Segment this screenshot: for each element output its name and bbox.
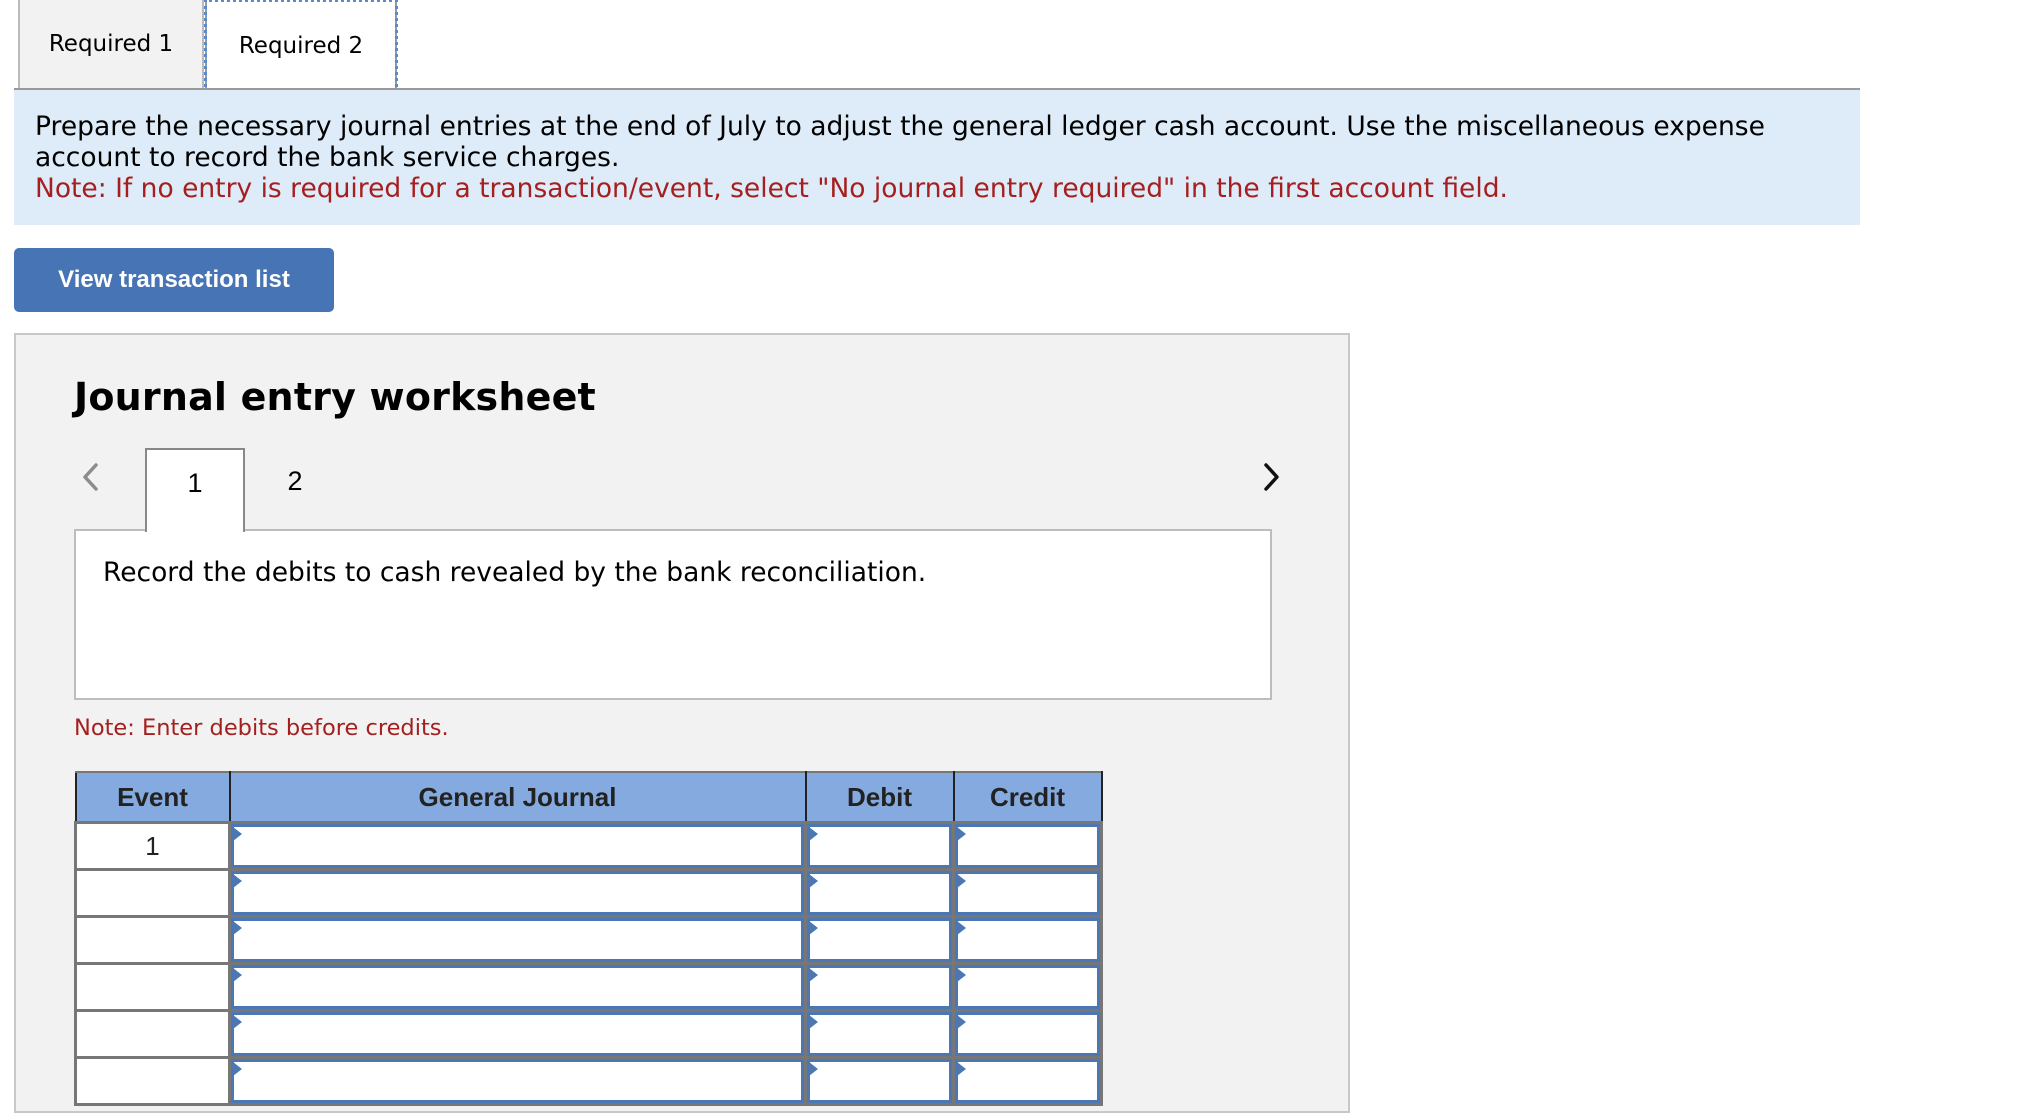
credit-input[interactable] <box>955 965 1100 1009</box>
debit-input[interactable] <box>807 918 952 962</box>
debit-cell <box>804 1056 955 1106</box>
account-cell <box>228 821 807 871</box>
tab-required-1[interactable]: Required 1 <box>18 0 204 88</box>
credit-input[interactable] <box>955 1012 1100 1056</box>
tab-label: Required 2 <box>238 33 364 59</box>
entry-description-box: Record the debits to cash revealed by th… <box>74 529 1272 700</box>
tab-label: Required 1 <box>48 31 174 57</box>
debit-cell <box>804 868 955 918</box>
account-cell <box>228 868 807 918</box>
credit-cell <box>952 868 1103 918</box>
header-credit: Credit <box>952 771 1103 824</box>
instructions-note: Note: If no entry is required for a tran… <box>35 173 1508 204</box>
credit-cell <box>952 1009 1103 1059</box>
entry-tab-1[interactable]: 1 <box>145 448 245 532</box>
table-row <box>74 962 1103 1012</box>
credit-cell <box>952 1056 1103 1106</box>
account-cell <box>228 1009 807 1059</box>
account-cell <box>228 1056 807 1106</box>
debits-credits-note: Note: Enter debits before credits. <box>74 715 449 741</box>
account-cell <box>228 962 807 1012</box>
event-cell: 1 <box>74 821 231 871</box>
account-select[interactable] <box>231 1012 804 1056</box>
account-select[interactable] <box>231 965 804 1009</box>
credit-input[interactable] <box>955 918 1100 962</box>
instructions-text: Prepare the necessary journal entries at… <box>35 111 1765 173</box>
worksheet-title: Journal entry worksheet <box>74 375 596 419</box>
debit-input[interactable] <box>807 965 952 1009</box>
general-journal-table: Event General Journal Debit Credit 1 <box>74 771 1103 1106</box>
debit-input[interactable] <box>807 1012 952 1056</box>
credit-input[interactable] <box>955 871 1100 915</box>
account-select[interactable] <box>231 1059 804 1103</box>
account-cell <box>228 915 807 965</box>
debit-cell <box>804 962 955 1012</box>
table-row <box>74 915 1103 965</box>
tab-required-2[interactable]: Required 2 <box>204 0 398 93</box>
journal-entry-worksheet: Journal entry worksheet 1 2 Record the d… <box>14 333 1350 1113</box>
view-transaction-list-button[interactable]: View transaction list <box>14 248 334 312</box>
table-row <box>74 1056 1103 1106</box>
account-select[interactable] <box>231 824 804 868</box>
entry-tab-2[interactable]: 2 <box>245 448 345 530</box>
event-cell <box>74 1056 231 1106</box>
header-debit: Debit <box>804 771 955 824</box>
debit-cell <box>804 821 955 871</box>
debit-cell <box>804 1009 955 1059</box>
event-cell <box>74 915 231 965</box>
table-row <box>74 1009 1103 1059</box>
previous-entry-button[interactable] <box>76 457 106 497</box>
account-select[interactable] <box>231 918 804 962</box>
debit-input[interactable] <box>807 1059 952 1103</box>
credit-cell <box>952 821 1103 871</box>
event-cell <box>74 962 231 1012</box>
table-header-row: Event General Journal Debit Credit <box>74 771 1103 824</box>
debit-cell <box>804 915 955 965</box>
table-row: 1 <box>74 821 1103 871</box>
requirement-tabs: Required 1 Required 2 <box>0 0 1860 93</box>
chevron-left-icon <box>83 463 98 491</box>
entry-description: Record the debits to cash revealed by th… <box>103 557 927 588</box>
entry-tab-label: 1 <box>187 468 203 498</box>
next-entry-button[interactable] <box>1256 457 1286 497</box>
instructions-panel: Prepare the necessary journal entries at… <box>14 90 1860 225</box>
header-event: Event <box>74 771 231 824</box>
credit-input[interactable] <box>955 824 1100 868</box>
entry-tab-label: 2 <box>287 466 303 496</box>
account-select[interactable] <box>231 871 804 915</box>
credit-input[interactable] <box>955 1059 1100 1103</box>
chevron-right-icon <box>1264 463 1279 491</box>
credit-cell <box>952 915 1103 965</box>
table-row <box>74 868 1103 918</box>
event-cell <box>74 868 231 918</box>
credit-cell <box>952 962 1103 1012</box>
debit-input[interactable] <box>807 824 952 868</box>
debit-input[interactable] <box>807 871 952 915</box>
header-general-journal: General Journal <box>228 771 807 824</box>
event-cell <box>74 1009 231 1059</box>
